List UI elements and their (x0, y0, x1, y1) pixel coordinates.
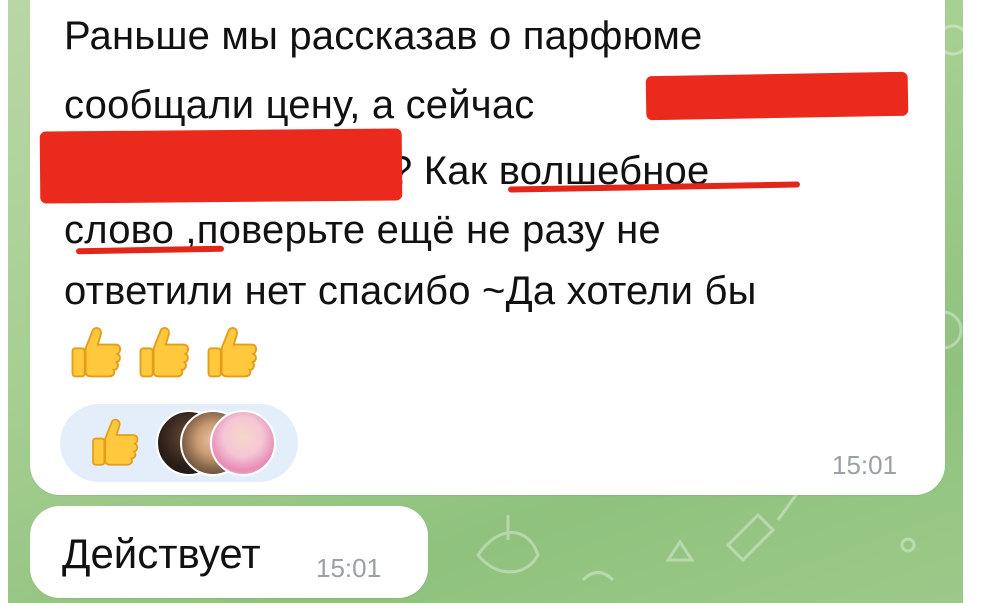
thumbs-up-icon (207, 327, 258, 378)
reply-timestamp: 15:01 (316, 553, 382, 583)
thumbs-up-reaction-icon (92, 418, 139, 466)
avatar[interactable] (210, 410, 276, 476)
reply-text: Действует (62, 530, 261, 577)
thumbs-up-icon (71, 327, 122, 378)
redaction-mark (39, 128, 403, 204)
message-line-5: ответили нет спасибо ~Да хотели бы (64, 269, 757, 313)
message-line-2: сообщали цену, а сейчас (64, 83, 535, 127)
emoji-row (64, 322, 262, 382)
message-line-1: Раньше мы рассказав о парфюме (64, 14, 703, 58)
message-timestamp: 15:01 (832, 450, 898, 480)
redaction-mark (645, 71, 909, 121)
reaction-pill[interactable] (60, 404, 298, 482)
thumbs-up-icon (139, 327, 190, 378)
